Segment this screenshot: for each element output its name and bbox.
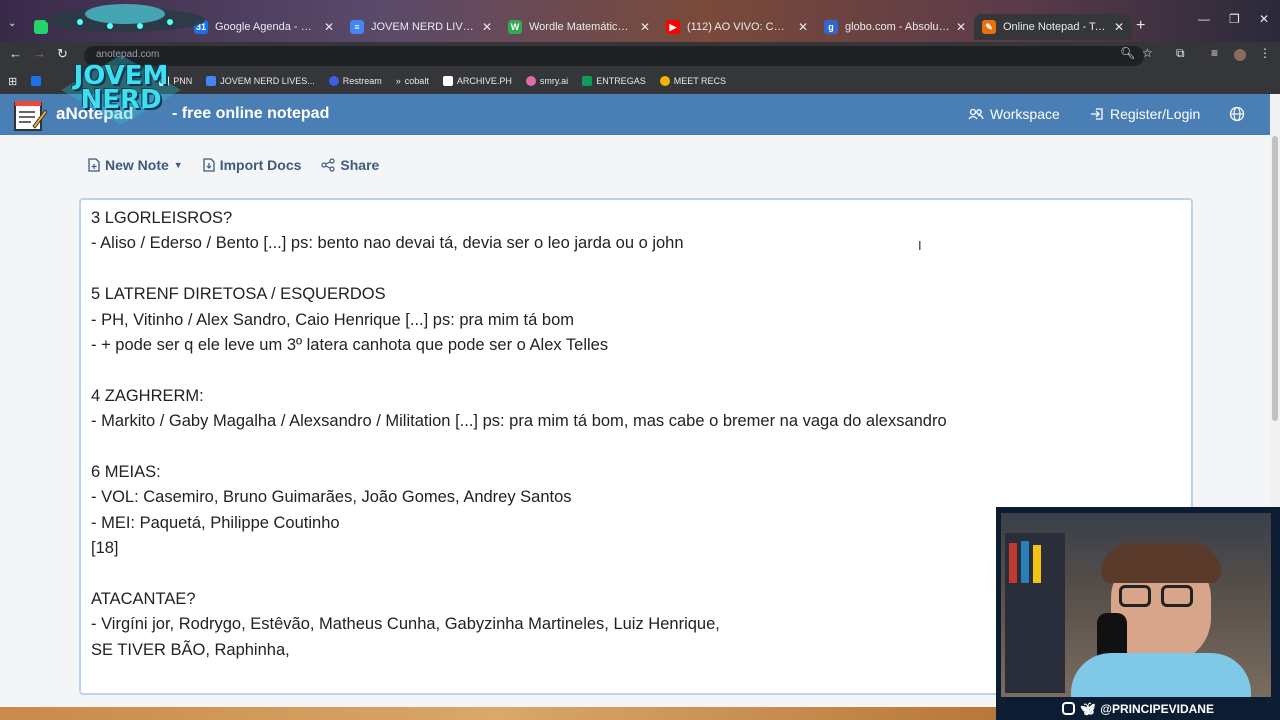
tab-globo[interactable]: g globo.com - Absolutamente tu ✕ <box>816 14 974 40</box>
import-docs-button[interactable]: Import Docs <box>203 157 301 173</box>
new-note-button[interactable]: New Note ▼ <box>88 157 183 173</box>
tab-jovem-nerd-lives[interactable]: ≡ JOVEM NERD LIVES - PAUTA - ✕ <box>342 14 500 40</box>
sheets-icon <box>582 76 593 86</box>
close-tab-icon[interactable]: ✕ <box>956 20 966 34</box>
youtube-icon: ▶ <box>666 20 680 34</box>
close-tab-icon[interactable]: ✕ <box>640 20 650 34</box>
address-bar[interactable]: anotepad.com <box>84 46 1144 66</box>
document-icon <box>88 158 100 172</box>
bookmark-star-icon[interactable]: ☆ <box>1142 46 1153 60</box>
minimize-icon[interactable]: — <box>1198 12 1210 26</box>
docs-icon: ≡ <box>350 20 364 34</box>
language-globe-icon[interactable] <box>1229 106 1245 122</box>
site-header: aNotepad - free online notepad Workspace… <box>0 94 1270 135</box>
note-line <box>91 358 1181 383</box>
note-line: - + pode ser q ele leve um 3º latera can… <box>91 335 609 354</box>
close-window-icon[interactable]: ✕ <box>1259 12 1269 26</box>
note-line: 5 LATRENF DIRETOSA / ESQUERDOS <box>91 285 386 304</box>
bluesky-icon: 🦋︎ <box>1080 701 1096 716</box>
bookmark-entregas[interactable]: ENTREGAS <box>582 76 646 86</box>
bookmarks-bar: ⊞ PNN JOVEM NERD LIVES... Restream » coba… <box>0 68 1280 94</box>
import-doc-icon <box>203 158 215 172</box>
forward-icon[interactable]: → <box>33 46 46 61</box>
caret-down-icon: ▼ <box>173 160 183 170</box>
jovem-nerd-logo: JOVEM NERD <box>56 50 186 128</box>
globo-icon: g <box>824 20 838 34</box>
browser-toolbar: ← → ↻ anotepad.com 🔍︎ ☆ ⧉ ≡ ⋮ <box>0 42 1280 68</box>
instagram-icon <box>1062 702 1076 715</box>
webcam-overlay: 🦋︎ @PRINCIPEVIDANE <box>996 507 1280 720</box>
restream-icon <box>328 76 339 86</box>
docs-icon <box>206 76 217 86</box>
text-cursor-icon: I <box>918 238 922 253</box>
note-line: 3 LGORLEISROS? <box>91 209 233 227</box>
note-line <box>91 435 1181 460</box>
close-tab-icon[interactable]: ✕ <box>482 20 492 34</box>
bookmark-cobalt[interactable]: » cobalt <box>396 76 429 86</box>
smry-icon <box>525 76 536 86</box>
workspace-link[interactable]: Workspace <box>968 106 1060 122</box>
bookmark-jovem-nerd-lives[interactable]: JOVEM NERD LIVES... <box>206 76 315 86</box>
restore-icon[interactable]: ❐ <box>1229 12 1240 26</box>
back-icon[interactable]: ← <box>9 46 22 61</box>
scrollbar-thumb[interactable] <box>1272 136 1278 421</box>
tab-wordle[interactable]: W Wordle Matemático - Wordle c ✕ <box>500 14 658 40</box>
notepad-logo-icon[interactable] <box>13 98 47 132</box>
archive-icon <box>442 76 453 86</box>
tab-youtube[interactable]: ▶ (112) AO VIVO: CONVOCAÇÃO ✕ <box>658 14 816 40</box>
drive-icon <box>659 76 670 86</box>
webcam-feed <box>1001 513 1271 697</box>
share-button[interactable]: Share <box>321 157 379 173</box>
bookmark-meet-recs[interactable]: MEET RECS <box>659 76 726 86</box>
note-line: 4 ZAGHRERM: <box>91 386 204 405</box>
apps-icon[interactable]: ⊞ <box>8 75 17 88</box>
share-icon <box>321 158 336 172</box>
site-subtitle: - free online notepad <box>172 105 330 122</box>
wordle-icon: W <box>508 20 522 34</box>
extensions-icon[interactable]: ⧉ <box>1176 46 1185 61</box>
stream-background-strip <box>0 707 996 720</box>
profile-avatar[interactable] <box>1234 49 1246 61</box>
close-tab-icon[interactable]: ✕ <box>324 20 334 34</box>
tab-online-notepad[interactable]: ✎ Online Notepad - Take Notes o ✕ <box>974 14 1132 40</box>
ufo-overlay-icon <box>45 4 205 32</box>
bookmark-restream[interactable]: Restream <box>328 76 382 86</box>
note-line: - Aliso / Ederso / Bento [...] ps: bento… <box>91 234 684 253</box>
note-line: - Markito / Gaby Magalha / Alexsandro / … <box>91 412 947 431</box>
users-icon <box>968 108 984 120</box>
notepad-icon: ✎ <box>982 20 996 34</box>
close-tab-icon[interactable]: ✕ <box>1114 20 1124 34</box>
register-login-link[interactable]: Register/Login <box>1090 106 1200 122</box>
login-icon <box>1091 108 1103 120</box>
tab-search-icon[interactable]: ⌄ <box>8 18 16 29</box>
note-actions: New Note ▼ Import Docs Share <box>88 157 379 173</box>
zoom-icon[interactable]: 🔍︎ <box>1120 46 1135 60</box>
note-line: 6 MEIAS: <box>91 462 161 481</box>
bookmark-smry[interactable]: smry.ai <box>525 76 568 86</box>
cobalt-icon: » <box>395 76 401 86</box>
note-line: - PH, Vitinho / Alex Sandro, Caio Henriq… <box>91 310 574 329</box>
close-tab-icon[interactable]: ✕ <box>798 20 808 34</box>
bookmark-calendar[interactable] <box>31 76 45 86</box>
note-line <box>91 257 1181 282</box>
media-icon[interactable]: ≡ <box>1211 46 1218 60</box>
menu-kebab-icon[interactable]: ⋮ <box>1259 46 1271 60</box>
bookmark-archive[interactable]: ARCHIVE.PH <box>442 76 512 86</box>
social-handle: 🦋︎ @PRINCIPEVIDANE <box>996 697 1280 720</box>
new-tab-button[interactable]: + <box>1136 17 1145 35</box>
